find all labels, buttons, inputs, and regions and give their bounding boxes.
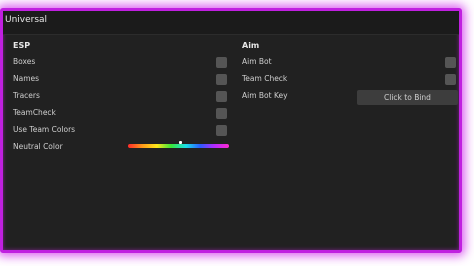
esp-tracers-label: Tracers [13, 91, 40, 100]
window-title: Universal [5, 15, 48, 25]
aim-bot-checkbox[interactable] [445, 57, 456, 68]
esp-team-colors-checkbox[interactable] [216, 125, 227, 136]
esp-team-colors-label: Use Team Colors [13, 125, 76, 134]
esp-names-label: Names [13, 74, 40, 83]
aim-team-check-checkbox[interactable] [445, 74, 456, 85]
window: Universal ESP Boxes Names Tracers TeamCh… [0, 8, 462, 253]
aim-bot-key-label: Aim Bot Key [242, 91, 288, 100]
esp-boxes-checkbox[interactable] [216, 57, 227, 68]
aim-team-check-label: Team Check [242, 74, 288, 83]
window-titlebar[interactable]: Universal [3, 11, 459, 35]
esp-heading: ESP [13, 41, 31, 50]
aim-heading: Aim [242, 41, 260, 50]
color-slider-handle[interactable] [179, 141, 182, 144]
esp-tracers-checkbox[interactable] [216, 91, 227, 102]
neutral-color-label: Neutral Color [13, 142, 63, 151]
neutral-color-slider[interactable] [128, 144, 229, 148]
aim-bot-label: Aim Bot [242, 57, 272, 66]
esp-names-checkbox[interactable] [216, 74, 227, 85]
esp-teamcheck-checkbox[interactable] [216, 108, 227, 119]
click-to-bind-button[interactable]: Click to Bind [357, 90, 458, 105]
esp-teamcheck-label: TeamCheck [13, 108, 56, 117]
esp-boxes-label: Boxes [13, 57, 36, 66]
